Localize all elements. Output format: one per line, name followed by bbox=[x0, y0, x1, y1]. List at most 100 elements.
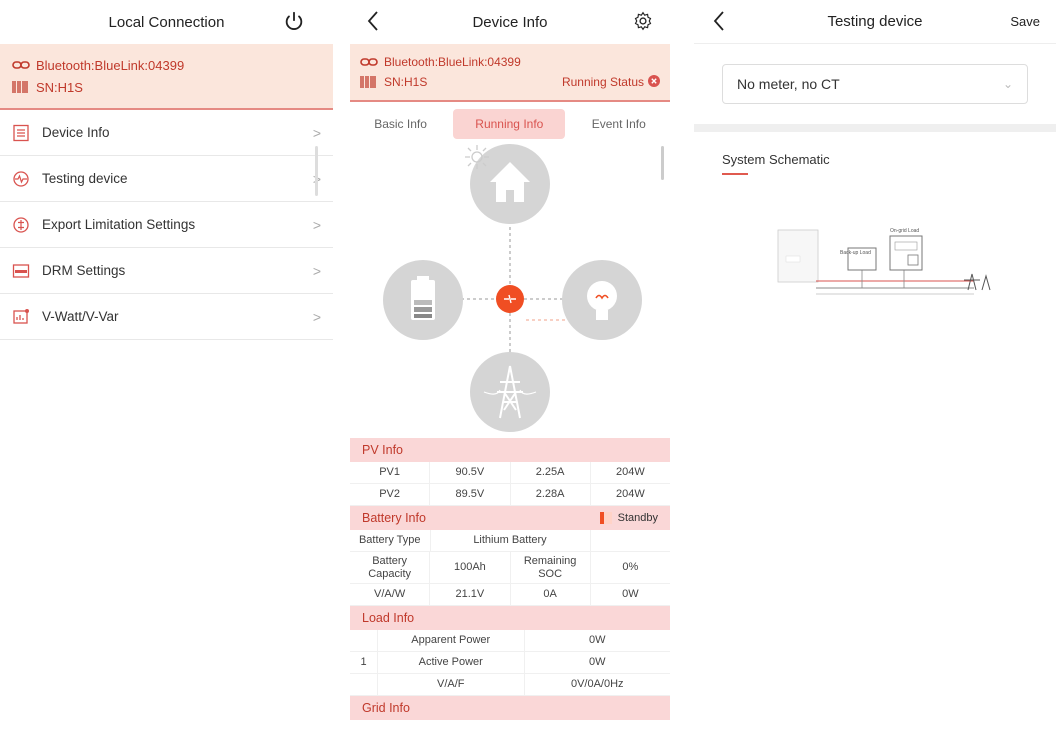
pv-info-section: PV Info PV1 90.5V 2.25A 204W PV2 89.5V 2… bbox=[350, 438, 670, 506]
device-info-icon bbox=[12, 124, 30, 142]
info-tabs: Basic Info Running Info Event Info bbox=[350, 106, 670, 142]
tab-event-info[interactable]: Event Info bbox=[570, 109, 668, 139]
running-status-label: Running Status bbox=[561, 75, 644, 89]
serial-number: SN:H1S bbox=[36, 79, 83, 95]
section-title: Battery Info bbox=[362, 511, 426, 525]
active-power-value: 0W bbox=[589, 656, 606, 669]
power-icon[interactable] bbox=[279, 6, 309, 36]
battery-capacity-value: 100Ah bbox=[430, 552, 511, 583]
connection-info: Bluetooth:BlueLink:04399 SN:H1S bbox=[0, 44, 333, 110]
grid-info-header: Grid Info bbox=[350, 696, 670, 720]
bluetooth-label: Bluetooth:BlueLink:04399 bbox=[36, 57, 185, 73]
table-row: PV2 89.5V 2.28A 204W bbox=[350, 484, 670, 506]
local-connection-header: Local Connection bbox=[0, 0, 333, 44]
save-button[interactable]: Save bbox=[1010, 14, 1040, 29]
export-limit-icon bbox=[12, 216, 30, 234]
bluetooth-line: Bluetooth:BlueLink:04399 bbox=[360, 52, 660, 72]
link-icon bbox=[12, 60, 30, 70]
back-icon[interactable] bbox=[358, 6, 388, 36]
page-title: Device Info bbox=[472, 13, 548, 31]
serial-number: SN:H1S bbox=[384, 75, 428, 89]
tab-basic-info[interactable]: Basic Info bbox=[352, 109, 449, 139]
link-icon bbox=[360, 57, 378, 67]
chevron-right-icon: > bbox=[312, 308, 321, 325]
grid-node bbox=[470, 352, 550, 432]
apparent-power-label: Apparent Power bbox=[378, 630, 525, 651]
battery-status-icon bbox=[599, 512, 612, 524]
scrollbar[interactable] bbox=[315, 146, 318, 196]
testing-icon bbox=[12, 170, 30, 188]
energy-flow-diagram bbox=[350, 142, 670, 438]
divider bbox=[694, 124, 1056, 132]
battery-voltage: 21.1V bbox=[430, 584, 511, 605]
serial-line: SN:H1S Running Status bbox=[360, 72, 660, 92]
load-info-section: Load Info Apparent Power 0W 1 Active Pow… bbox=[350, 606, 670, 696]
meter-select[interactable]: No meter, no CT ⌄ bbox=[722, 64, 1028, 104]
chevron-right-icon: > bbox=[312, 216, 321, 233]
load-index: 1 bbox=[350, 652, 378, 673]
scrollbar[interactable] bbox=[661, 146, 664, 180]
pv-current: 2.25A bbox=[511, 462, 591, 483]
pv-name: PV1 bbox=[350, 462, 431, 483]
battery-type-label: Battery Type bbox=[350, 530, 431, 551]
apparent-power-value: 0W bbox=[589, 634, 606, 647]
menu-item-device-info[interactable]: Device Info > bbox=[0, 110, 333, 156]
pv-power: 204W bbox=[616, 488, 645, 501]
empty-cell bbox=[591, 530, 671, 551]
pv-current: 2.28A bbox=[511, 484, 591, 505]
schematic-underline bbox=[722, 173, 748, 175]
pv-voltage: 89.5V bbox=[430, 484, 511, 505]
running-status[interactable]: Running Status bbox=[561, 74, 660, 90]
local-connection-panel: Local Connection Bluetooth:BlueLink:0439… bbox=[0, 0, 333, 743]
table-row: V/A/W 21.1V 0A 0W bbox=[350, 584, 670, 606]
battery-capacity-label: Battery Capacity bbox=[350, 552, 431, 583]
schematic-title: System Schematic bbox=[722, 152, 830, 167]
chevron-right-icon: > bbox=[312, 124, 321, 141]
serial-line: SN:H1S bbox=[12, 76, 321, 98]
meter-select-value: No meter, no CT bbox=[737, 76, 840, 92]
drm-icon bbox=[12, 262, 30, 280]
battery-icon bbox=[411, 276, 435, 320]
menu-label: DRM Settings bbox=[42, 263, 126, 278]
menu-label: Device Info bbox=[42, 125, 110, 140]
sun-icon bbox=[462, 142, 492, 172]
battery-power: 0W bbox=[622, 588, 639, 601]
bluetooth-line: Bluetooth:BlueLink:04399 bbox=[12, 54, 321, 76]
barcode-icon bbox=[12, 81, 30, 93]
pv-voltage: 90.5V bbox=[430, 462, 511, 483]
table-row: Apparent Power 0W bbox=[350, 630, 670, 652]
power-tower-icon bbox=[483, 365, 537, 419]
menu-item-testing-device[interactable]: Testing device > bbox=[0, 156, 333, 202]
chevron-right-icon: > bbox=[312, 262, 321, 279]
connection-info: Bluetooth:BlueLink:04399 SN:H1S Running … bbox=[350, 44, 670, 102]
vwatt-icon bbox=[12, 308, 30, 326]
battery-type-value: Lithium Battery bbox=[431, 530, 591, 551]
pv-name: PV2 bbox=[350, 484, 431, 505]
testing-device-header: Testing device Save bbox=[694, 0, 1056, 44]
ongrid-load-label: On-grid Load bbox=[890, 228, 920, 234]
chevron-down-icon: ⌄ bbox=[1002, 77, 1013, 91]
table-row: 1 Active Power 0W bbox=[350, 652, 670, 674]
vaf-value: 0V/0A/0Hz bbox=[570, 678, 624, 691]
error-icon bbox=[648, 74, 660, 90]
empty-cell bbox=[350, 674, 378, 695]
battery-current: 0A bbox=[511, 584, 591, 605]
back-icon[interactable] bbox=[704, 6, 734, 36]
device-info-header: Device Info bbox=[350, 0, 670, 44]
vaw-label: V/A/W bbox=[350, 584, 431, 605]
barcode-icon bbox=[360, 76, 378, 88]
battery-status-label: Standby bbox=[617, 512, 658, 524]
table-row: Battery Capacity 100Ah Remaining SOC 0% bbox=[350, 552, 670, 584]
load-node bbox=[562, 260, 642, 340]
backup-load-label: Back-up Load bbox=[840, 250, 871, 256]
menu-item-drm-settings[interactable]: DRM Settings > bbox=[0, 248, 333, 294]
menu-item-vwatt-vvar[interactable]: V-Watt/V-Var > bbox=[0, 294, 333, 340]
pv-power: 204W bbox=[616, 466, 645, 479]
section-header: Load Info bbox=[350, 606, 670, 630]
table-row: V/A/F 0V/0A/0Hz bbox=[350, 674, 670, 696]
gear-icon[interactable] bbox=[628, 6, 658, 36]
menu-label: Testing device bbox=[42, 171, 128, 186]
menu-item-export-limitation[interactable]: Export Limitation Settings > bbox=[0, 202, 333, 248]
device-info-panel: Device Info Bluetooth:BlueLink:04399 SN:… bbox=[350, 0, 670, 743]
tab-running-info[interactable]: Running Info bbox=[453, 109, 566, 139]
